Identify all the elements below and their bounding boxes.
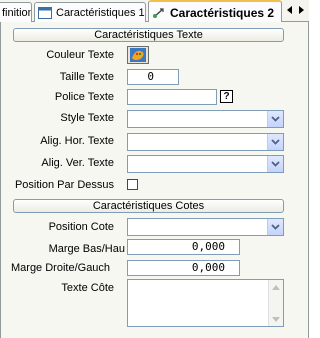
color-picker-button[interactable] [127, 46, 149, 64]
police-help-button[interactable]: ? [220, 90, 233, 103]
arrow-tool-icon [153, 7, 164, 18]
section-title: Caractéristiques Cotes [92, 200, 205, 212]
style-texte-label: Style Texte [60, 112, 114, 124]
scroll-down-button[interactable] [269, 312, 283, 326]
chevron-down-icon [271, 139, 280, 145]
arrow-down-icon [272, 316, 280, 322]
tab-bar: finition Caractéristiques 1 Caractéristi… [0, 0, 309, 23]
palette-icon [130, 48, 146, 62]
properties-panel: Caractéristiques Texte Couleur Texte Tai… [0, 22, 309, 338]
tab-caracteristiques-1[interactable]: Caractéristiques 1 [34, 2, 146, 22]
style-texte-select[interactable] [127, 110, 284, 128]
vertical-scrollbar[interactable] [268, 280, 283, 326]
alig-hor-texte-select[interactable] [127, 133, 284, 151]
marge-droite-label: Marge Droite/Gauch [11, 262, 111, 274]
arrow-left-icon [287, 6, 292, 14]
arrow-up-icon [272, 284, 280, 290]
taille-texte-label: Taille Texte [59, 71, 114, 83]
police-texte-label: Police Texte [54, 91, 114, 103]
tab-scroll-right-button[interactable] [296, 2, 306, 18]
position-par-dessus-label: Position Par Dessus [14, 179, 114, 191]
position-cote-label: Position Cote [48, 221, 114, 233]
section-header-cotes: Caractéristiques Cotes [13, 199, 284, 213]
scroll-up-button[interactable] [269, 280, 283, 294]
texte-cote-textarea[interactable] [127, 279, 284, 327]
dropdown-button[interactable] [267, 111, 283, 127]
tab-label: Caractéristiques 1 [56, 6, 145, 19]
section-header-texte: Caractéristiques Texte [13, 28, 284, 42]
police-texte-input[interactable] [127, 89, 217, 105]
dropdown-button[interactable] [267, 156, 283, 172]
arrow-right-icon [299, 6, 304, 14]
tab-caracteristiques-2[interactable]: Caractéristiques 2 [148, 0, 282, 23]
tab-label: Caractéristiques 2 [170, 5, 275, 20]
dropdown-button[interactable] [267, 219, 283, 235]
marge-bas-input[interactable]: 0,000 [127, 239, 240, 255]
position-par-dessus-checkbox[interactable] [127, 179, 138, 190]
window-icon [38, 6, 52, 19]
tab-label: finition [2, 6, 32, 19]
tab-finition[interactable]: finition [0, 2, 32, 22]
alig-ver-texte-select[interactable] [127, 155, 284, 173]
alig-ver-texte-label: Alig. Ver. Texte [41, 157, 114, 169]
texte-cote-label: Texte Côte [61, 282, 114, 294]
chevron-down-icon [271, 116, 280, 122]
section-title: Caractéristiques Texte [94, 29, 203, 41]
dropdown-button[interactable] [267, 134, 283, 150]
tab-scroll-left-button[interactable] [285, 2, 295, 18]
taille-texte-input[interactable]: 0 [127, 69, 179, 85]
position-cote-select[interactable] [127, 218, 284, 236]
marge-bas-label: Marge Bas/Hau [48, 243, 125, 255]
chevron-down-icon [271, 161, 280, 167]
marge-droite-input[interactable]: 0,000 [127, 260, 240, 276]
alig-hor-texte-label: Alig. Hor. Texte [40, 135, 114, 147]
chevron-down-icon [271, 224, 280, 230]
couleur-texte-label: Couleur Texte [46, 49, 114, 61]
